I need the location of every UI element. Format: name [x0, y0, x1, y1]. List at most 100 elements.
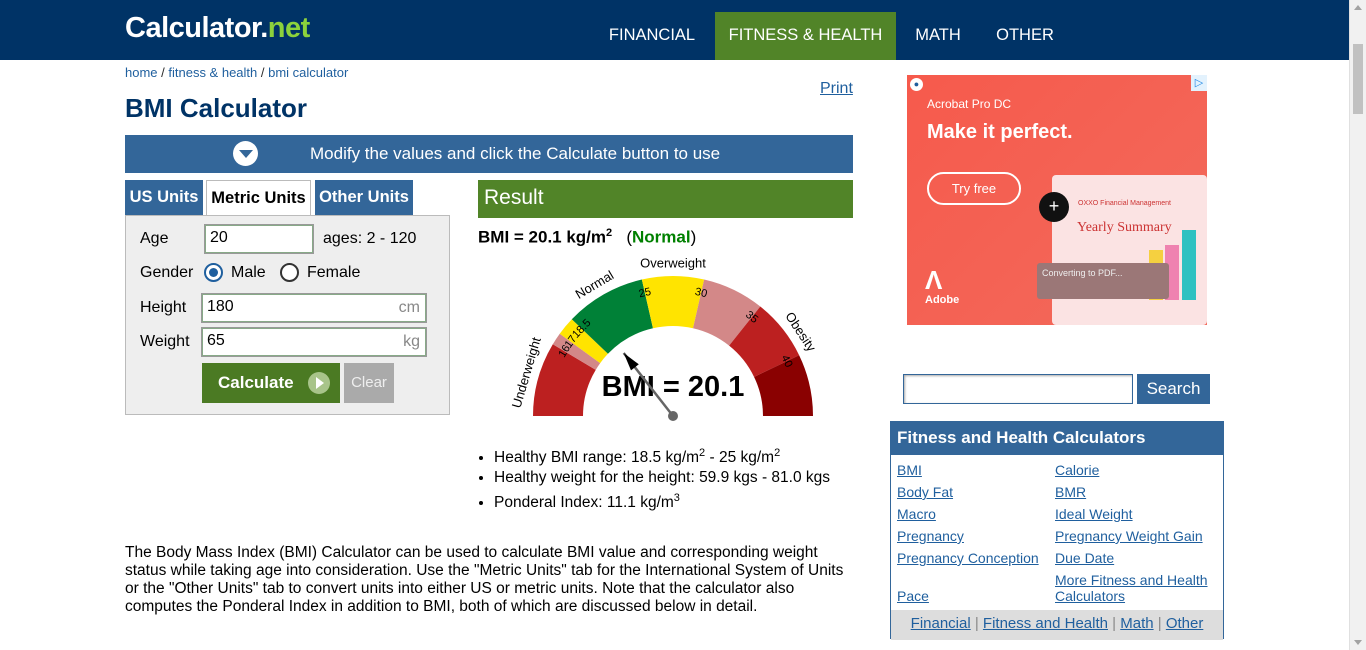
- footer-link-other[interactable]: Other: [1166, 615, 1204, 632]
- breadcrumb-sep: /: [257, 65, 269, 80]
- bmi-result-line: BMI = 20.1 kg/m2 (Normal): [478, 227, 696, 248]
- height-input[interactable]: 180 cm: [201, 293, 427, 323]
- search-input[interactable]: [903, 374, 1133, 404]
- weight-input[interactable]: 65 kg: [201, 327, 427, 357]
- gauge-value-text: BMI = 20.1: [602, 371, 745, 403]
- height-value: 180: [207, 298, 234, 315]
- breadcrumb-sep: /: [157, 65, 169, 80]
- sup: 2: [774, 447, 781, 459]
- plus-icon: +: [1039, 192, 1069, 222]
- female-label[interactable]: Female: [307, 264, 360, 282]
- height-label: Height: [140, 299, 187, 316]
- side-link-due-date[interactable]: Due Date: [1055, 550, 1114, 566]
- age-label: Age: [140, 230, 169, 247]
- nav-other[interactable]: OTHER: [985, 12, 1065, 60]
- bmi-classification: Normal: [632, 227, 691, 247]
- ad-shield-icon[interactable]: ●: [910, 78, 923, 91]
- ponderal-index-text: Ponderal Index: 11.1 kg/m: [494, 494, 674, 512]
- gender-label: Gender: [140, 264, 194, 281]
- ad-converting-text: Converting to PDF...: [1037, 263, 1169, 299]
- ad-headline: Make it perfect.: [927, 121, 1073, 143]
- advertisement[interactable]: ● ▷ Acrobat Pro DC Make it perfect. Try …: [907, 75, 1207, 325]
- ad-try-free-button[interactable]: Try free: [927, 172, 1021, 205]
- calculate-label: Calculate: [218, 373, 294, 392]
- healthy-range-item: Healthy BMI range: 18.5 kg/m2 - 25 kg/m2: [494, 443, 830, 468]
- height-unit: cm: [398, 299, 420, 316]
- logo-text: Calculator: [125, 12, 261, 44]
- tab-metric-units[interactable]: Metric Units: [206, 180, 311, 217]
- footer-sep: |: [970, 615, 983, 632]
- scroll-down-icon[interactable]: [1354, 640, 1362, 645]
- age-hint: ages: 2 - 120: [323, 230, 417, 247]
- healthy-weight-item: Healthy weight for the height: 59.9 kgs …: [494, 468, 830, 488]
- play-icon: [308, 372, 330, 394]
- breadcrumb-bmi[interactable]: bmi calculator: [268, 65, 348, 80]
- clear-button[interactable]: Clear: [344, 363, 394, 403]
- result-heading: Result: [478, 180, 853, 218]
- breadcrumb: home / fitness & health / bmi calculator: [125, 65, 348, 80]
- footer-link-financial[interactable]: Financial: [911, 615, 971, 632]
- modify-values-bar[interactable]: Modify the values and click the Calculat…: [125, 135, 853, 173]
- modify-text: Modify the values and click the Calculat…: [310, 144, 721, 163]
- side-link-pregnancy-weight-gain[interactable]: Pregnancy Weight Gain: [1055, 528, 1203, 544]
- gauge-label: Overweight: [640, 255, 706, 270]
- weight-unit: kg: [403, 333, 420, 350]
- ad-brand: Adobe: [925, 294, 960, 306]
- logo-dot: .: [260, 12, 268, 44]
- bmi-result-value: BMI = 20.1 kg/m: [478, 227, 607, 247]
- footer-link-fitness[interactable]: Fitness and Health: [983, 615, 1108, 632]
- intro-paragraph: The Body Mass Index (BMI) Calculator can…: [125, 544, 844, 615]
- healthy-weight-text: Healthy weight for the height: 59.9 kgs …: [494, 469, 831, 487]
- breadcrumb-home[interactable]: home: [125, 65, 158, 80]
- adchoices-icon[interactable]: ▷: [1191, 75, 1207, 91]
- page-title: BMI Calculator: [125, 93, 308, 123]
- tab-other-units[interactable]: Other Units: [315, 180, 413, 215]
- side-link-bmr[interactable]: BMR: [1055, 484, 1086, 500]
- footer-sep: |: [1153, 615, 1166, 632]
- sup: 3: [673, 492, 680, 505]
- side-link-pregnancy[interactable]: Pregnancy: [897, 528, 964, 544]
- weight-value: 65: [207, 332, 225, 349]
- healthy-range-tail: - 25 kg/m: [705, 449, 775, 467]
- side-link-pregnancy-conception[interactable]: Pregnancy Conception: [897, 550, 1039, 566]
- site-logo[interactable]: Calculator.net: [125, 12, 310, 45]
- footer-link-math[interactable]: Math: [1120, 615, 1153, 632]
- ad-card-small: OXXO Financial Management: [1078, 200, 1171, 207]
- chevron-down-icon[interactable]: [233, 141, 258, 166]
- page-scrollbar[interactable]: [1349, 0, 1366, 650]
- weight-label: Weight: [140, 333, 190, 350]
- male-radio[interactable]: [204, 263, 223, 282]
- calculate-button[interactable]: Calculate: [202, 363, 340, 403]
- side-link-macro[interactable]: Macro: [897, 506, 936, 522]
- footer-sep: |: [1108, 615, 1121, 632]
- print-link[interactable]: Print: [820, 80, 853, 98]
- side-footer-links: Financial | Fitness and Health | Math | …: [891, 610, 1223, 640]
- search-button[interactable]: Search: [1137, 374, 1210, 404]
- scroll-thumb[interactable]: [1353, 44, 1363, 114]
- side-link-bmi[interactable]: BMI: [897, 462, 922, 478]
- scroll-up-icon[interactable]: [1354, 5, 1362, 10]
- paren-close: ): [690, 227, 697, 247]
- ad-subtitle: Acrobat Pro DC: [927, 97, 1012, 111]
- ponderal-index-item: Ponderal Index: 11.1 kg/m3: [494, 488, 830, 513]
- side-link-pace[interactable]: Pace: [897, 588, 929, 604]
- tab-us-units[interactable]: US Units: [125, 180, 203, 215]
- side-link-body-fat[interactable]: Body Fat: [897, 484, 953, 500]
- result-details-list: Healthy BMI range: 18.5 kg/m2 - 25 kg/m2…: [494, 443, 830, 513]
- nav-fitness-health[interactable]: FITNESS & HEALTH: [715, 12, 896, 60]
- bmi-sup: 2: [606, 227, 613, 239]
- age-value: 20: [210, 229, 228, 246]
- nav-math[interactable]: MATH: [903, 12, 973, 60]
- nav-financial[interactable]: FINANCIAL: [597, 12, 707, 60]
- age-input[interactable]: 20: [204, 224, 314, 254]
- side-link-ideal-weight[interactable]: Ideal Weight: [1055, 506, 1133, 522]
- male-label[interactable]: Male: [231, 264, 266, 282]
- adobe-logo-icon: Λ: [925, 265, 943, 295]
- ad-bar: [1182, 230, 1196, 300]
- top-header: Calculator.net FINANCIAL FITNESS & HEALT…: [0, 0, 1366, 60]
- breadcrumb-fitness[interactable]: fitness & health: [168, 65, 257, 80]
- side-link-calorie[interactable]: Calorie: [1055, 462, 1099, 478]
- side-link-more[interactable]: More Fitness and Health Calculators: [1055, 572, 1225, 604]
- female-radio[interactable]: [280, 263, 299, 282]
- fitness-health-calculators-panel: Fitness and Health Calculators BMI Body …: [890, 421, 1225, 640]
